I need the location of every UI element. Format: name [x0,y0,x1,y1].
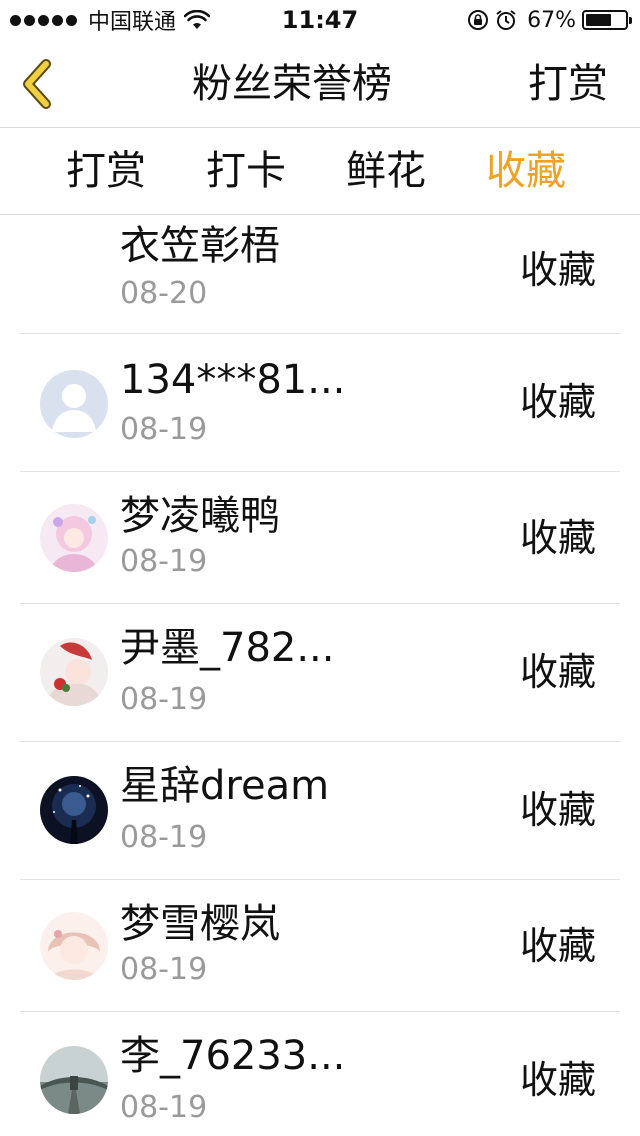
username: 134***81... [120,357,346,403]
tab-favorites[interactable]: 收藏 [486,145,566,197]
anime-girl-pink-avatar [40,504,108,572]
list-item[interactable]: 星辞dream 08-19 收藏 [0,742,640,880]
username: 梦雪樱岚 [120,901,280,947]
tab-bar: 打赏 打卡 鲜花 收藏 [0,129,640,215]
date: 08-19 [120,820,208,855]
battery-icon [582,10,632,30]
alarm-icon [496,10,516,30]
action-label: 收藏 [519,924,596,968]
anime-character-red-avatar [40,638,108,706]
page-title: 粉丝荣誉榜 [192,61,392,107]
tab-checkin[interactable]: 打卡 [206,145,286,197]
reward-button[interactable]: 打赏 [528,58,608,110]
date: 08-19 [120,682,208,717]
username: 李_76233... [120,1033,346,1079]
list-item[interactable]: 尹墨_782... 08-19 收藏 [0,604,640,742]
tab-reward[interactable]: 打赏 [66,145,146,197]
username: 星辞dream [120,763,330,809]
username: 衣笠彰梧 [120,223,280,269]
date: 08-19 [120,952,208,987]
list-item[interactable]: 梦凌曦鸭 08-19 收藏 [0,472,640,604]
action-label: 收藏 [519,248,596,292]
date: 08-19 [120,1090,208,1125]
action-label: 收藏 [519,650,596,694]
battery-percent: 67% [527,7,576,33]
list-item[interactable]: 李_76233... 08-19 收藏 [0,1012,640,1136]
action-label: 收藏 [519,380,596,424]
action-label: 收藏 [519,788,596,832]
action-label: 收藏 [519,516,596,560]
night-sky-avatar [40,776,108,844]
tab-flowers[interactable]: 鲜花 [346,145,426,197]
nav-bar: 粉丝荣誉榜 打赏 [0,40,640,128]
default-user-icon [40,370,108,438]
anime-girl-pastel-avatar [40,912,108,980]
rotation-lock-icon [468,10,489,30]
date: 08-19 [120,412,208,447]
date: 08-20 [120,276,208,311]
status-bar: 中国联通 11:47 67% [0,0,640,40]
date: 08-19 [120,544,208,579]
action-label: 收藏 [519,1058,596,1102]
bridge-landscape-avatar [40,1046,108,1114]
list-item[interactable]: 134***81... 08-19 收藏 [0,334,640,472]
list-item[interactable]: 梦雪樱岚 08-19 收藏 [0,880,640,1012]
battery-fill [586,14,612,26]
username: 尹墨_782... [120,625,335,671]
fan-list: 衣笠彰梧 08-20 收藏 134***81... 08-19 收藏 梦凌曦鸭 … [0,216,640,1136]
username: 梦凌曦鸭 [120,493,280,539]
list-item[interactable]: 衣笠彰梧 08-20 收藏 [0,216,640,334]
status-right: 67% [461,6,632,34]
